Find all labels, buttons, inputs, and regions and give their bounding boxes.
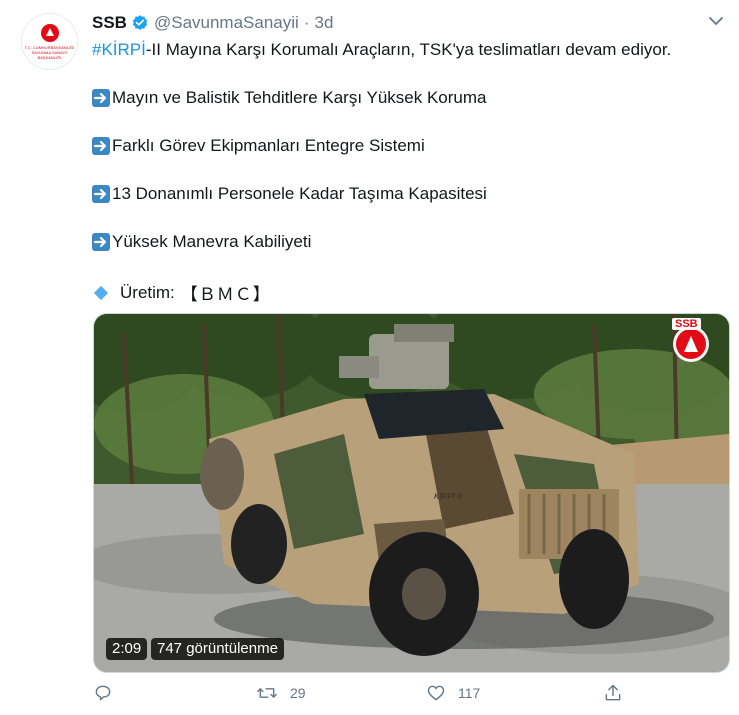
like-button[interactable]: 117 bbox=[426, 683, 480, 703]
right-arrow-emoji-icon bbox=[92, 233, 110, 251]
bullet-text: Farklı Görev Ekipmanları Entegre Sistemi bbox=[112, 136, 425, 155]
retweet-icon bbox=[257, 688, 277, 698]
ssb-watermark-icon bbox=[673, 326, 709, 362]
like-count: 117 bbox=[458, 685, 481, 701]
diamond-emoji-icon bbox=[93, 285, 109, 300]
bullet-item: Farklı Görev Ekipmanları Entegre Sistemi bbox=[92, 136, 425, 156]
producer-label: Üretim: bbox=[120, 282, 175, 302]
share-button[interactable] bbox=[603, 683, 623, 703]
right-arrow-emoji-icon bbox=[92, 185, 110, 203]
tweet-time[interactable]: 3d bbox=[314, 13, 333, 33]
bullet-text: 13 Donanımlı Personele Kadar Taşıma Kapa… bbox=[112, 184, 487, 203]
hashtag-link[interactable]: #KİRPİ bbox=[92, 40, 146, 60]
author-name[interactable]: SSB bbox=[92, 13, 127, 33]
video-duration-badge: 2:09 bbox=[106, 638, 148, 660]
like-icon bbox=[427, 685, 445, 701]
author-handle[interactable]: @SavunmaSanayii bbox=[154, 13, 299, 33]
right-arrow-emoji-icon bbox=[92, 89, 110, 107]
video-thumbnail bbox=[94, 314, 729, 672]
avatar-caption: T.C. CUMHURBAŞKANLIĞI SAVUNMA SANAYİİ BAŞ… bbox=[24, 45, 75, 60]
tweet-header: SSB @SavunmaSanayii · 3d bbox=[92, 12, 333, 34]
bullet-text: Yüksek Manevra Kabiliyeti bbox=[112, 232, 312, 251]
video-player[interactable]: SSB KIRPI II 2:09 747 görüntülenme bbox=[93, 313, 730, 673]
author-avatar[interactable]: T.C. CUMHURBAŞKANLIĞI SAVUNMA SANAYİİ BAŞ… bbox=[21, 13, 78, 70]
bullet-item: Yüksek Manevra Kabiliyeti bbox=[92, 232, 311, 252]
producer-value: 【ＢＭＣ】 bbox=[180, 285, 271, 304]
reply-icon bbox=[95, 685, 111, 701]
retweet-button[interactable]: 29 bbox=[256, 683, 306, 703]
right-arrow-emoji-icon bbox=[92, 137, 110, 155]
tweet-actions: 29 117 bbox=[0, 683, 739, 709]
tweet-headline: #KİRPİ -II Mayına Karşı Korumalı Araçları… bbox=[92, 40, 671, 60]
vehicle-marking: KIRPI II bbox=[434, 492, 462, 501]
video-logo-text: SSB bbox=[672, 318, 701, 330]
headline-text: -II Mayına Karşı Korumalı Araçların, TSK… bbox=[145, 40, 672, 59]
reply-button[interactable] bbox=[93, 683, 125, 703]
bullet-item: 13 Donanımlı Personele Kadar Taşıma Kapa… bbox=[92, 184, 487, 204]
video-views-badge: 747 görüntülenme bbox=[151, 638, 284, 660]
producer-line: Üretim: 【ＢＭＣ】 bbox=[92, 280, 271, 305]
bullet-item: Mayın ve Balistik Tehditlere Karşı Yükse… bbox=[92, 88, 486, 108]
separator-dot: · bbox=[303, 13, 310, 32]
share-icon bbox=[605, 684, 621, 701]
verified-badge-icon bbox=[131, 14, 149, 32]
retweet-count: 29 bbox=[290, 685, 306, 701]
bullet-text: Mayın ve Balistik Tehditlere Karşı Yükse… bbox=[112, 88, 487, 107]
chevron-down-icon[interactable] bbox=[707, 12, 725, 35]
ssb-emblem-icon bbox=[40, 24, 59, 42]
